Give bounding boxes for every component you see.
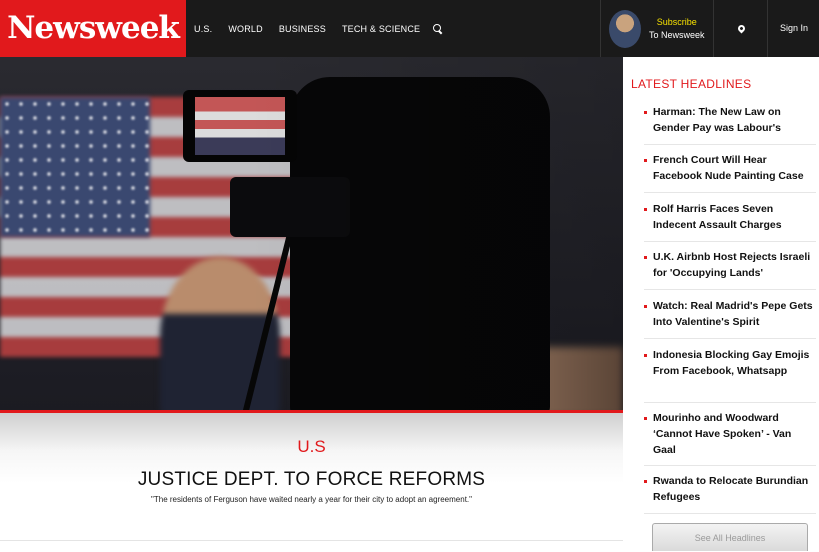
headline-item[interactable]: French Court Will Hear Facebook Nude Pai…	[644, 152, 816, 193]
headline-text[interactable]: Watch: Real Madrid's Pepe Gets Into Vale…	[653, 298, 816, 330]
bullet-icon	[644, 111, 647, 114]
subscribe-cover-thumbnail	[609, 9, 641, 48]
newsweek-logo[interactable]: Newsweek	[0, 0, 186, 57]
story-divider	[0, 540, 623, 541]
story-section-label[interactable]: U.S	[0, 437, 623, 457]
sign-in-link[interactable]: Sign In	[767, 0, 819, 57]
location-button[interactable]	[713, 0, 768, 57]
bullet-icon	[644, 480, 647, 483]
bullet-icon	[644, 256, 647, 259]
see-all-headlines-button[interactable]: See All Headlines	[652, 523, 808, 551]
latest-headlines-sidebar: LATEST HEADLINES Harman: The New Law on …	[623, 57, 819, 551]
story-headline[interactable]: JUSTICE DEPT. TO FORCE REFORMS	[0, 469, 623, 491]
search-icon[interactable]	[432, 23, 444, 35]
bullet-icon	[644, 354, 647, 357]
subscribe-line1: Subscribe	[656, 16, 697, 27]
headline-item[interactable]: Watch: Real Madrid's Pepe Gets Into Vale…	[644, 298, 816, 339]
headline-item[interactable]: Indonesia Blocking Gay Emojis From Faceb…	[644, 347, 816, 403]
headline-item[interactable]: Mourinho and Woodward ‘Cannot Have Spoke…	[644, 410, 816, 466]
bullet-icon	[644, 159, 647, 162]
headline-text[interactable]: French Court Will Hear Facebook Nude Pai…	[653, 152, 816, 184]
nav-item-business[interactable]: BUSINESS	[279, 24, 326, 34]
headline-item[interactable]: Rolf Harris Faces Seven Indecent Assault…	[644, 201, 816, 242]
search-icon-handle	[438, 29, 443, 34]
hero-vignette	[0, 57, 623, 412]
top-nav-bar: Newsweek U.S. WORLD BUSINESS TECH & SCIE…	[0, 0, 819, 57]
hero-image[interactable]	[0, 57, 623, 412]
subscribe-text: Subscribe To Newsweek	[649, 16, 705, 42]
story-dek: "The residents of Ferguson have waited n…	[151, 495, 472, 504]
headline-text[interactable]: Mourinho and Woodward ‘Cannot Have Spoke…	[653, 410, 816, 458]
nav-item-world[interactable]: WORLD	[228, 24, 263, 34]
headline-item[interactable]: Harman: The New Law on Gender Pay was La…	[644, 104, 816, 145]
latest-headlines-title: LATEST HEADLINES	[631, 77, 752, 91]
subscribe-line2: To Newsweek	[649, 29, 705, 40]
nav-item-tech-science[interactable]: TECH & SCIENCE	[342, 24, 420, 34]
main-nav: U.S. WORLD BUSINESS TECH & SCIENCE	[186, 0, 444, 57]
bullet-icon	[644, 305, 647, 308]
headline-text[interactable]: Rwanda to Relocate Burundian Refugees	[653, 473, 816, 505]
headline-text[interactable]: Harman: The New Law on Gender Pay was La…	[653, 104, 816, 136]
bullet-icon	[644, 417, 647, 420]
subscribe-button[interactable]: Subscribe To Newsweek	[600, 0, 714, 57]
headline-item[interactable]: U.K. Airbnb Host Rejects Israeli for 'Oc…	[644, 249, 816, 290]
bullet-icon	[644, 208, 647, 211]
headline-text[interactable]: U.K. Airbnb Host Rejects Israeli for 'Oc…	[653, 249, 816, 281]
featured-story[interactable]: U.S JUSTICE DEPT. TO FORCE REFORMS "The …	[0, 413, 623, 540]
headline-text[interactable]: Indonesia Blocking Gay Emojis From Faceb…	[653, 347, 816, 379]
headline-item[interactable]: Rwanda to Relocate Burundian Refugees	[644, 473, 816, 514]
location-pin-icon	[736, 23, 746, 34]
nav-item-us[interactable]: U.S.	[194, 24, 212, 34]
headline-text[interactable]: Rolf Harris Faces Seven Indecent Assault…	[653, 201, 816, 233]
